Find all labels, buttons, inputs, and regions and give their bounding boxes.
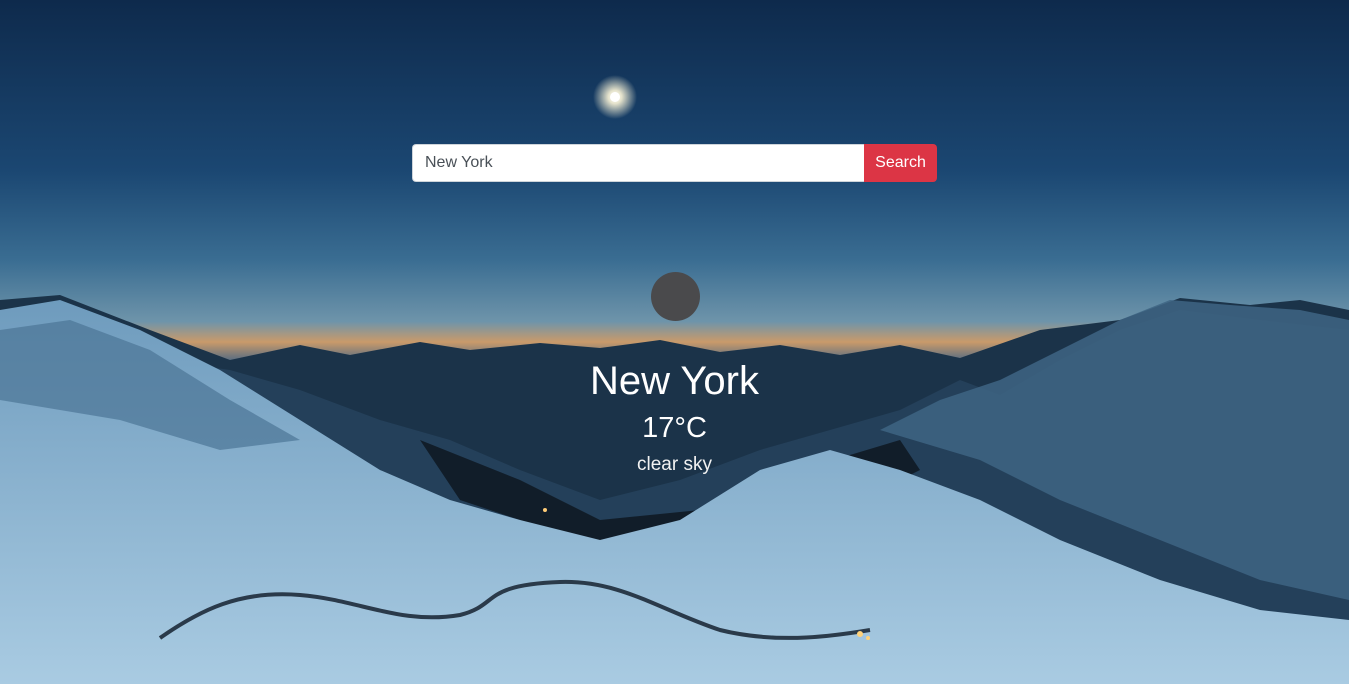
search-button[interactable]: Search [864, 144, 937, 182]
temperature: 17°C [642, 412, 707, 444]
city-search-input[interactable] [412, 144, 864, 182]
search-bar: Search [412, 144, 937, 182]
weather-description: clear sky [637, 454, 712, 475]
weather-condition-icon [651, 272, 700, 321]
background-landscape-image [0, 0, 1349, 684]
city-name: New York [590, 359, 759, 403]
